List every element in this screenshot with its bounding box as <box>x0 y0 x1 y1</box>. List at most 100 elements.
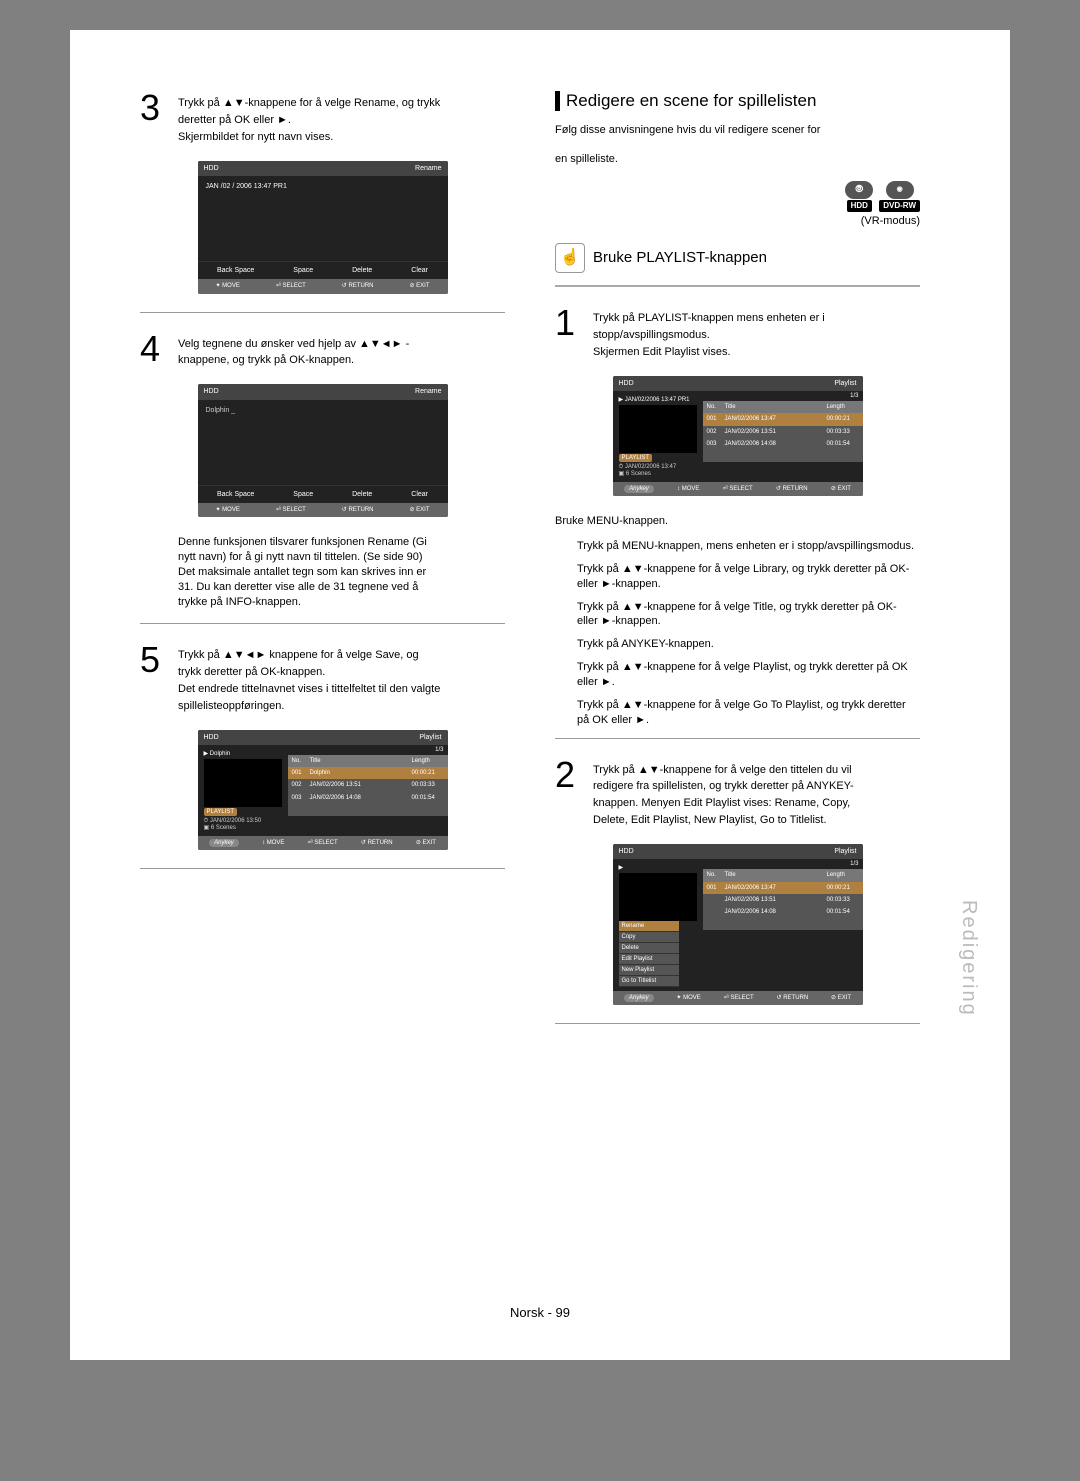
osd-scenes: 6 Scenes <box>211 825 236 831</box>
table-row: 001JAN/02/2006 13:4700:00:21 <box>703 413 863 425</box>
step-body: Trykk på PLAYLIST-knappen mens enheten e… <box>593 305 920 362</box>
text: Skjermbildet for nytt navn vises. <box>178 130 505 145</box>
osd-delete: Delete <box>348 490 376 499</box>
chapter-label: Redigering <box>955 900 982 1017</box>
anykey-badge: Anykey <box>624 994 654 1002</box>
text: Følg disse anvisningene hvis du vil redi… <box>555 123 920 138</box>
col-no: No. <box>703 869 721 881</box>
osd-hdd-label: HDD <box>204 387 219 396</box>
text: Trykk på ▲▼◄► knappene for å velge Save,… <box>178 648 505 663</box>
osd-rename-dolphin: HDD Rename Dolphin _ Back Space Space De… <box>198 384 448 517</box>
step-number: 5 <box>140 642 166 715</box>
table-row: 002JAN/02/2006 13:5100:03:33 <box>703 426 863 438</box>
col-title: Title <box>721 401 823 413</box>
osd-mode-label: Rename <box>415 387 441 396</box>
table-row: 003JAN/02/2006 14:0800:01:54 <box>703 438 863 450</box>
osd-clear: Clear <box>407 490 432 499</box>
disc-icon: ◉ <box>886 181 914 199</box>
info-paragraph: Denne funksjonen tilsvarer funksjonen Re… <box>140 535 505 609</box>
osd-select: SELECT <box>730 995 753 1001</box>
osd-move: MOVE <box>222 283 240 289</box>
text: Trykk på MENU-knappen, mens enheten er i… <box>577 539 920 554</box>
step-body: Velg tegnene du ønsker ved hjelp av ▲▼◄►… <box>178 331 505 371</box>
menu-item: Copy <box>619 932 679 943</box>
osd-playlist-menu: HDD Playlist ▶ Rename Copy Delete <box>613 844 863 1006</box>
hand-icon: ☝ <box>555 243 585 273</box>
context-menu: Rename Copy Delete Edit Playlist New Pla… <box>619 921 679 988</box>
osd-clear: Clear <box>407 266 432 275</box>
step-number: 3 <box>140 90 166 147</box>
osd-exit: EXIT <box>838 486 851 492</box>
osd-move: MOVE <box>222 507 240 513</box>
text: Velg tegnene du ønsker ved hjelp av ▲▼◄►… <box>178 337 505 352</box>
osd-rename-blank: HDD Rename JAN /02 / 2006 13:47 PR1 Back… <box>198 161 448 294</box>
text: Trykk på ▲▼-knappene for å velge Rename,… <box>178 96 505 111</box>
osd-frac: 1/3 <box>288 745 448 755</box>
anykey-badge: Anykey <box>624 485 654 493</box>
osd-select: SELECT <box>729 486 752 492</box>
playlist-chip: PLAYLIST <box>619 454 653 462</box>
step-number: 2 <box>555 757 581 830</box>
section-title: Redigere en scene for spillelisten <box>566 90 816 113</box>
osd-move: MOVE <box>682 486 700 492</box>
col-length: Length <box>408 755 448 767</box>
text: spillelisteoppføringen. <box>178 699 505 714</box>
osd-delete: Delete <box>348 266 376 275</box>
menu-item: Go to Titlelist <box>619 976 679 987</box>
osd-backspace: Back Space <box>213 490 258 499</box>
subhead-text: Bruke PLAYLIST-knappen <box>593 248 767 268</box>
text: en spilleliste. <box>555 152 920 167</box>
text: trykk deretter på OK-knappen. <box>178 665 505 680</box>
table-row: JAN/02/2006 14:0800:01:54 <box>703 906 863 918</box>
table-row: 001Dolphin00:00:21 <box>288 767 448 779</box>
table-row: 003JAN/02/2006 14:0800:01:54 <box>288 792 448 804</box>
osd-hdd-label: HDD <box>619 847 634 856</box>
osd-frac: 1/3 <box>703 391 863 401</box>
menu-item: Edit Playlist <box>619 954 679 965</box>
step-5: 5 Trykk på ▲▼◄► knappene for å velge Sav… <box>140 642 505 715</box>
osd-hdd-label: HDD <box>204 733 219 742</box>
col-title: Title <box>721 869 823 881</box>
osd-pl-time: JAN/02/2006 13:50 <box>210 818 261 824</box>
text: Trykk på ▲▼-knappene for å velge Title, … <box>577 600 920 630</box>
text: Delete, Edit Playlist, New Playlist, Go … <box>593 813 920 828</box>
osd-backspace: Back Space <box>213 266 258 275</box>
osd-playlist-dolphin: HDD Playlist ▶ Dolphin PLAYLIST ⏱ JAN/02… <box>198 730 448 850</box>
osd-timestamp: JAN /02 / 2006 13:47 PR1 <box>206 183 287 190</box>
right-column: Redigere en scene for spillelisten Følg … <box>555 90 920 1042</box>
osd-space: Space <box>289 490 317 499</box>
osd-pl-time: JAN/02/2006 13:47 <box>625 464 676 470</box>
step-1: 1 Trykk på PLAYLIST-knappen mens enheten… <box>555 305 920 362</box>
step-body: Trykk på ▲▼◄► knappene for å velge Save,… <box>178 642 505 715</box>
anykey-badge: Anykey <box>209 839 239 847</box>
col-title: Title <box>306 755 408 767</box>
table-row <box>703 458 863 462</box>
subheading: ☝ Bruke PLAYLIST-knappen <box>555 243 920 273</box>
step-number: 1 <box>555 305 581 362</box>
divider <box>140 312 505 313</box>
step-3: 3 Trykk på ▲▼-knappene for å velge Renam… <box>140 90 505 147</box>
col-no: No. <box>703 401 721 413</box>
vr-mode-label: (VR-modus) <box>555 214 920 229</box>
menu-heading: Bruke MENU-knappen. <box>555 514 920 529</box>
osd-select: SELECT <box>283 507 306 513</box>
left-column: 3 Trykk på ▲▼-knappene for å velge Renam… <box>140 90 505 1042</box>
osd-select: SELECT <box>314 840 337 846</box>
step-body: Trykk på ▲▼-knappene for å velge Rename,… <box>178 90 505 147</box>
divider <box>555 738 920 739</box>
osd-mode-label: Playlist <box>834 847 856 856</box>
text: knappen. Menyen Edit Playlist vises: Ren… <box>593 796 920 811</box>
text: deretter på OK eller ►. <box>178 113 505 128</box>
media-badges: ⦾ HDD ◉ DVD-RW <box>555 181 920 213</box>
osd-name-input: Dolphin _ <box>206 407 236 414</box>
divider <box>140 623 505 624</box>
osd-return: RETURN <box>368 840 393 846</box>
osd-scenes: 6 Scenes <box>626 471 651 477</box>
page-footer: Norsk - 99 <box>70 1304 1010 1322</box>
text: Det endrede tittelnavnet vises i tittelf… <box>178 682 505 697</box>
text: redigere fra spillelisten, og trykk dere… <box>593 779 920 794</box>
osd-mode-label: Playlist <box>419 733 441 742</box>
osd-return: RETURN <box>349 507 374 513</box>
osd-frac: 1/3 <box>703 859 863 869</box>
table-row: JAN/02/2006 13:5100:03:33 <box>703 894 863 906</box>
